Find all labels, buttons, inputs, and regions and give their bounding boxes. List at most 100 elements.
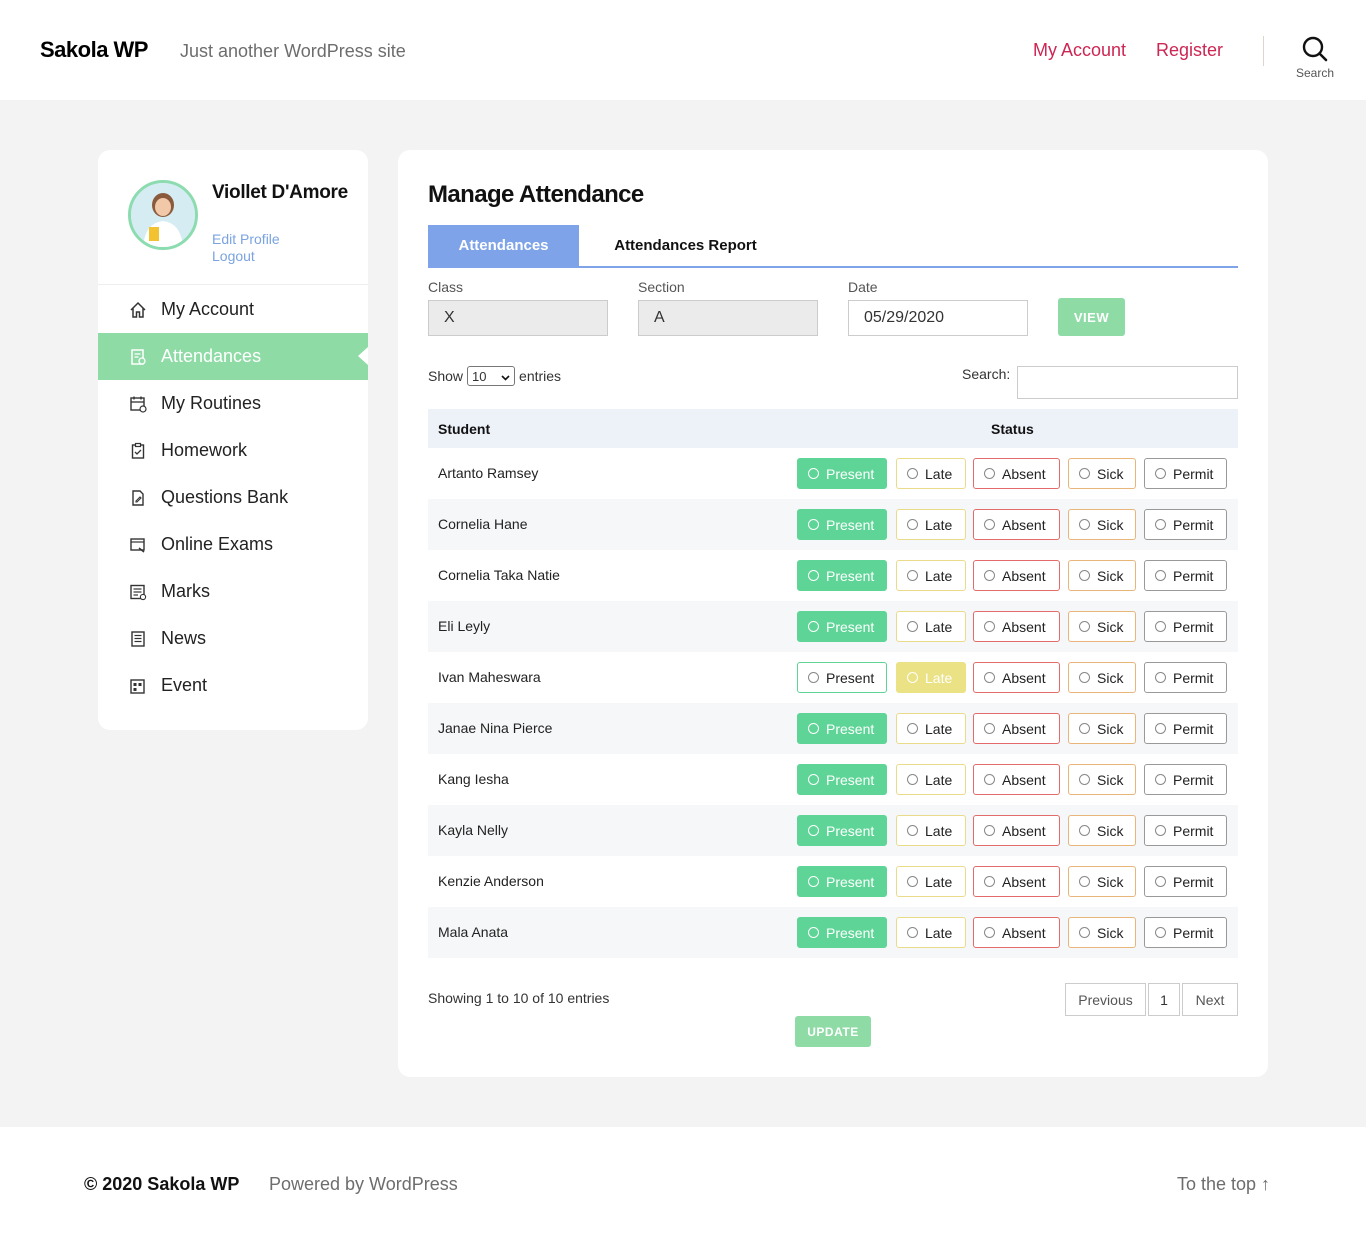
status-present-button[interactable]: Present [797,713,887,744]
sidebar-item-label: Event [161,675,208,695]
status-late-button[interactable]: Late [896,764,966,795]
sidebar-item-my-account[interactable]: My Account [98,286,368,333]
sidebar-item-homework[interactable]: Homework [98,427,368,474]
view-button[interactable]: VIEW [1058,298,1125,336]
entries-label: entries [519,368,562,384]
status-late-button[interactable]: Late [896,662,966,693]
status-present-button[interactable]: Present [797,662,887,693]
status-absent-button[interactable]: Absent [973,866,1060,897]
edit-profile-link[interactable]: Edit Profile [212,231,280,247]
status-present-button[interactable]: Present [797,764,887,795]
status-absent-button[interactable]: Absent [973,764,1060,795]
status-absent-button[interactable]: Absent [973,662,1060,693]
tab-attendances-report[interactable]: Attendances Report [598,225,773,266]
status-sick-button[interactable]: Sick [1068,560,1136,591]
status-permit-button[interactable]: Permit [1144,458,1227,489]
status-permit-button[interactable]: Permit [1144,509,1227,540]
site-header: Sakola WP Just another WordPress site My… [0,0,1366,100]
to-the-top-link[interactable]: To the top ↑ [1177,1174,1270,1195]
status-permit-button[interactable]: Permit [1144,866,1227,897]
event-icon [128,676,148,696]
entries-select[interactable]: 10 [467,366,516,386]
status-late-button[interactable]: Late [896,713,966,744]
status-permit-button[interactable]: Permit [1144,662,1227,693]
status-sick-button[interactable]: Sick [1068,611,1136,642]
student-name: Kang Iesha [438,771,509,787]
status-present-button[interactable]: Present [797,458,887,489]
radio-icon [808,570,819,581]
sidebar-item-label: Questions Bank [161,487,289,507]
status-permit-button[interactable]: Permit [1144,713,1227,744]
table-row: Mala Anata Present Late Absent Sick Permit [428,907,1238,958]
search-toggle[interactable]: Search [1292,36,1338,88]
status-absent-button[interactable]: Absent [973,560,1060,591]
pagination-previous[interactable]: Previous [1065,983,1146,1016]
status-permit-button[interactable]: Permit [1144,815,1227,846]
status-absent-button[interactable]: Absent [973,509,1060,540]
status-late-button[interactable]: Late [896,560,966,591]
status-sick-button[interactable]: Sick [1068,509,1136,540]
status-present-button[interactable]: Present [797,560,887,591]
pagination-page-1[interactable]: 1 [1148,983,1180,1016]
status-sick-button[interactable]: Sick [1068,815,1136,846]
status-late-button[interactable]: Late [896,815,966,846]
status-sick-button[interactable]: Sick [1068,458,1136,489]
status-absent-button[interactable]: Absent [973,917,1060,948]
nav-my-account[interactable]: My Account [1033,40,1126,61]
status-label: Sick [1097,873,1124,890]
status-late-button[interactable]: Late [896,509,966,540]
status-absent-button[interactable]: Absent [973,611,1060,642]
column-header-status[interactable]: Status [991,421,1034,437]
status-sick-button[interactable]: Sick [1068,713,1136,744]
sidebar-item-online-exams[interactable]: Online Exams [98,521,368,568]
footer-powered-by[interactable]: Powered by WordPress [269,1174,458,1195]
status-present-button[interactable]: Present [797,917,887,948]
status-label: Present [826,618,875,635]
status-permit-button[interactable]: Permit [1144,611,1227,642]
table-search-input[interactable] [1017,366,1238,399]
status-label: Late [925,873,953,890]
site-title[interactable]: Sakola WP [40,37,148,63]
status-absent-button[interactable]: Absent [973,815,1060,846]
status-present-button[interactable]: Present [797,509,887,540]
status-sick-button[interactable]: Sick [1068,866,1136,897]
status-permit-button[interactable]: Permit [1144,560,1227,591]
sidebar-item-event[interactable]: Event [98,662,368,709]
status-sick-button[interactable]: Sick [1068,764,1136,795]
status-permit-button[interactable]: Permit [1144,764,1227,795]
status-late-button[interactable]: Late [896,611,966,642]
status-late-button[interactable]: Late [896,866,966,897]
logout-link[interactable]: Logout [212,248,255,264]
status-sick-button[interactable]: Sick [1068,662,1136,693]
search-icon [1292,36,1338,62]
status-sick-button[interactable]: Sick [1068,917,1136,948]
status-label: Absent [1002,516,1046,533]
sidebar-item-questions-bank[interactable]: Questions Bank [98,474,368,521]
status-label: Permit [1173,822,1214,839]
status-present-button[interactable]: Present [797,866,887,897]
class-label: Class [428,279,464,295]
status-late-button[interactable]: Late [896,458,966,489]
status-late-button[interactable]: Late [896,917,966,948]
sidebar-item-attendances[interactable]: Attendances [98,333,368,380]
status-permit-button[interactable]: Permit [1144,917,1227,948]
radio-icon [984,876,995,887]
date-field[interactable]: 05/29/2020 [848,300,1028,336]
nav-register[interactable]: Register [1156,40,1223,61]
status-absent-button[interactable]: Absent [973,458,1060,489]
update-button[interactable]: UPDATE [795,1016,871,1047]
radio-icon [984,672,995,683]
status-label: Absent [1002,567,1046,584]
status-label: Sick [1097,567,1124,584]
status-present-button[interactable]: Present [797,815,887,846]
sidebar-item-news[interactable]: News [98,615,368,662]
tab-attendances[interactable]: Attendances [428,225,579,266]
pagination-next[interactable]: Next [1182,983,1238,1016]
sidebar-item-marks[interactable]: Marks [98,568,368,615]
column-header-student[interactable]: Student [438,421,490,437]
sidebar-item-my-routines[interactable]: My Routines [98,380,368,427]
status-absent-button[interactable]: Absent [973,713,1060,744]
status-present-button[interactable]: Present [797,611,887,642]
radio-icon [1155,876,1166,887]
sidebar-item-label: Marks [161,581,210,601]
